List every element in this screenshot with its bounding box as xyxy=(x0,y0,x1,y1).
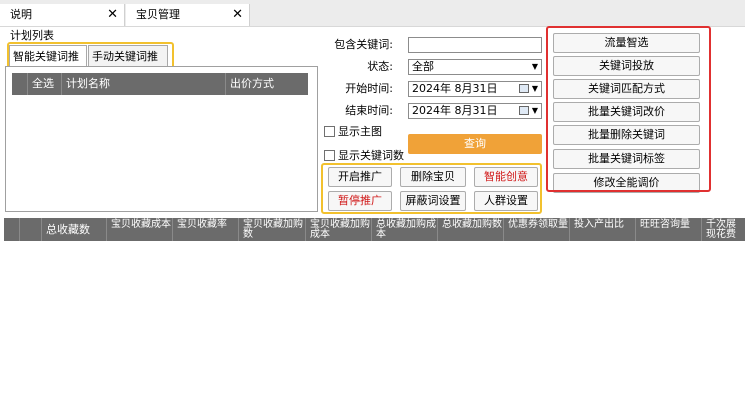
col-total-fav-cart-count[interactable]: 总收藏加购数 xyxy=(437,218,503,241)
status-value: 全部 xyxy=(412,60,434,73)
chevron-down-icon[interactable]: ▼ xyxy=(532,104,538,118)
col-item-fav-rate[interactable]: 宝贝收藏率 xyxy=(172,218,238,241)
col-spacer xyxy=(19,218,41,241)
calendar-icon[interactable] xyxy=(519,84,529,93)
start-time-label: 开始时间: xyxy=(345,82,393,95)
col-cpm-cost[interactable]: 千次展现花费 xyxy=(701,218,745,241)
tab-item-management[interactable]: 宝贝管理 ✕ xyxy=(126,4,250,26)
col-item-fav-cart-count[interactable]: 宝贝收藏加购数 xyxy=(238,218,305,241)
row-indicator-col xyxy=(4,218,19,241)
tab-item-management-label: 宝贝管理 xyxy=(136,8,180,21)
query-button[interactable]: 查询 xyxy=(408,134,542,154)
end-time-label: 结束时间: xyxy=(345,104,393,117)
col-coupon-claims[interactable]: 优惠券领取量 xyxy=(503,218,569,241)
col-total-fav-cart-cost[interactable]: 总收藏加购成本 xyxy=(371,218,437,241)
show-main-image-checkbox[interactable] xyxy=(324,126,335,137)
highlight-side-buttons-box xyxy=(546,26,711,192)
end-date-value: 2024年 8月31日 xyxy=(412,104,498,117)
tab-instructions[interactable]: 说明 ✕ xyxy=(0,4,125,26)
status-label: 状态: xyxy=(367,60,393,73)
keyword-label: 包含关键词: xyxy=(334,38,393,51)
close-icon[interactable]: ✕ xyxy=(232,4,243,26)
plan-list-header: 全选 计划名称 出价方式 xyxy=(12,73,308,95)
col-roi[interactable]: 投入产出比 xyxy=(569,218,635,241)
row-indicator-col xyxy=(12,73,27,95)
col-total-favorites[interactable]: 总收藏数 xyxy=(41,218,106,241)
start-date-value: 2024年 8月31日 xyxy=(412,82,498,95)
show-keywords-checkbox[interactable] xyxy=(324,150,335,161)
keyword-input[interactable] xyxy=(408,37,542,53)
plan-list-label: 计划列表 xyxy=(10,29,54,42)
col-item-fav-cost[interactable]: 宝贝收藏成本 xyxy=(106,218,172,241)
col-bid-method[interactable]: 出价方式 xyxy=(225,73,308,95)
col-plan-name[interactable]: 计划名称 xyxy=(61,73,225,95)
col-item-fav-cart-cost[interactable]: 宝贝收藏加购成本 xyxy=(305,218,371,241)
results-header: 总收藏数 宝贝收藏成本 宝贝收藏率 宝贝收藏加购数 宝贝收藏加购成本 总收藏加购… xyxy=(4,218,745,241)
col-select-all[interactable]: 全选 xyxy=(27,73,61,95)
start-date-picker[interactable]: 2024年 8月31日 ▼ xyxy=(408,81,542,97)
tab-instructions-label: 说明 xyxy=(10,8,32,21)
chevron-down-icon[interactable]: ▼ xyxy=(532,82,538,96)
chevron-down-icon: ▼ xyxy=(531,62,538,71)
calendar-icon[interactable] xyxy=(519,106,529,115)
show-keywords-label: 显示关键词数 xyxy=(338,149,404,162)
highlight-actions-box xyxy=(321,163,542,214)
status-select[interactable]: 全部 ▼ xyxy=(408,59,542,75)
close-icon[interactable]: ✕ xyxy=(107,4,118,26)
end-date-picker[interactable]: 2024年 8月31日 ▼ xyxy=(408,103,542,119)
col-wangwang-inquiries[interactable]: 旺旺咨询量 xyxy=(635,218,701,241)
show-main-image-label: 显示主图 xyxy=(338,125,382,138)
